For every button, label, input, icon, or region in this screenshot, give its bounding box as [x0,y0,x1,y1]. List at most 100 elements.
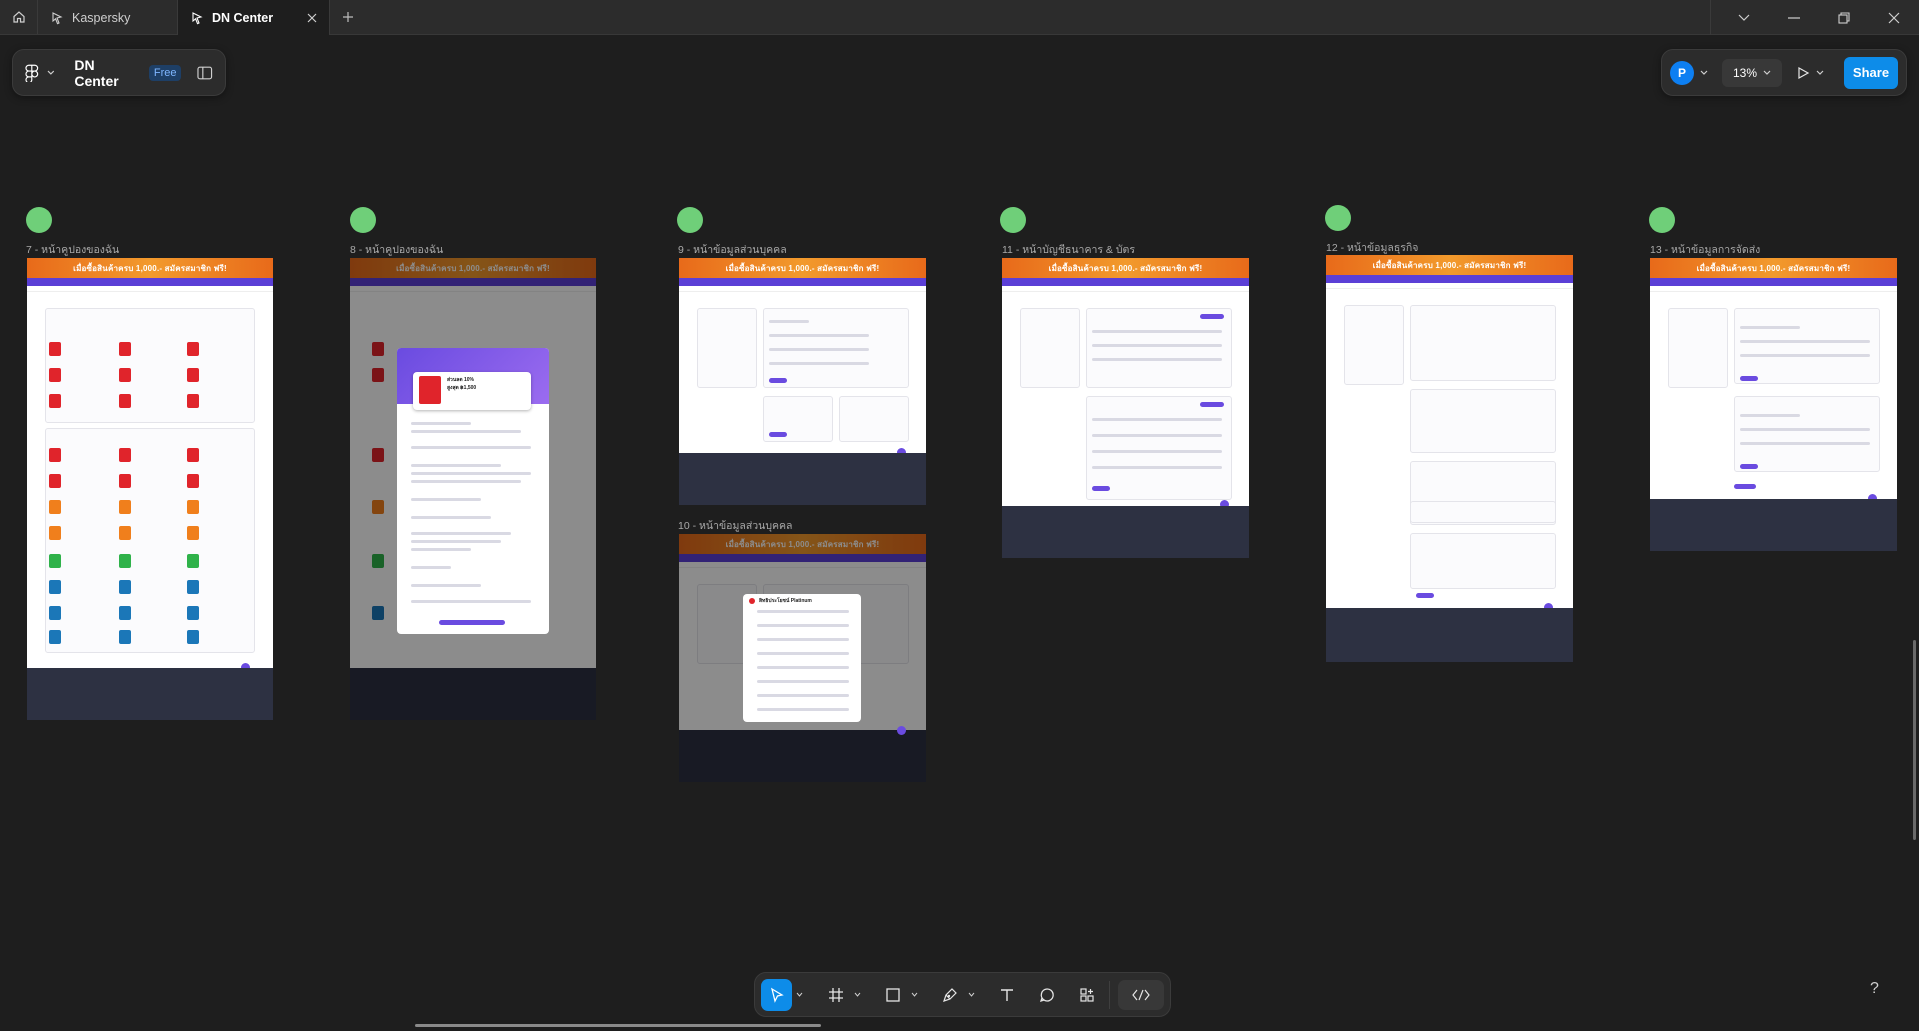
shape-tool-menu[interactable] [909,992,920,997]
shipping-address-box [1734,308,1880,384]
frame-footer [1326,608,1573,662]
frame-label[interactable]: 12 - หน้าข้อมูลธุรกิจ [1326,239,1418,256]
minimize-button[interactable] [1769,0,1819,35]
bank-account-box [1086,308,1232,388]
chevron-down-icon[interactable] [1816,70,1824,76]
frame-business-info[interactable]: เมื่อซื้อสินค้าครบ 1,000.- สมัครสมาชิก ฟ… [1326,255,1573,662]
vertical-scrollbar[interactable] [1913,640,1916,840]
frame-my-coupons-modal[interactable]: เมื่อซื้อสินค้าครบ 1,000.- สมัครสมาชิก ฟ… [350,258,596,720]
frame-avatar-dot[interactable] [1325,205,1351,231]
avatar[interactable]: P [1670,60,1694,85]
top-right-panel: P 13% Share [1661,49,1907,96]
text-line [411,540,501,543]
coupon-tile [119,474,131,488]
new-tab-button[interactable] [330,0,366,34]
coupon-tile [49,474,61,488]
text-line [769,334,869,337]
browser-tab-bar: Kaspersky DN Center [0,0,1919,35]
frame-label[interactable]: 13 - หน้าข้อมูลการจัดส่ง [1650,241,1760,258]
frame-avatar-dot[interactable] [1000,207,1026,233]
frame-avatar-dot[interactable] [677,207,703,233]
frame-nav [1002,278,1249,286]
frame-avatar-dot[interactable] [350,207,376,233]
chevron-down-icon[interactable] [1700,70,1708,76]
frame-my-coupons[interactable]: เมื่อซื้อสินค้าครบ 1,000.- สมัครสมาชิก ฟ… [27,258,273,720]
chat-fab [897,726,906,735]
frame-tool[interactable] [822,979,850,1011]
modal-title: สิทธิประโยชน์ Platinum [759,598,812,604]
shipping-address-box [1734,396,1880,472]
coupon-tile [119,342,131,356]
code-brackets-icon [1132,989,1150,1000]
coupon-tile [419,376,441,404]
tab-kaspersky[interactable]: Kaspersky [38,0,178,35]
pen-tool-menu[interactable] [966,992,977,997]
frame-bank-cards[interactable]: เมื่อซื้อสินค้าครบ 1,000.- สมัครสมาชิก ฟ… [1002,258,1249,558]
sidebar-box [1344,305,1404,385]
figma-logo-icon[interactable] [25,64,39,82]
close-icon [1888,12,1900,23]
tab-dn-center[interactable]: DN Center [178,0,330,35]
zoom-dropdown[interactable]: 13% [1722,58,1782,87]
share-button[interactable]: Share [1844,56,1898,89]
tabs-dropdown-button[interactable] [1719,0,1769,35]
coupon-tile [49,500,61,514]
add-address-button [1734,484,1756,489]
play-icon[interactable] [1796,66,1810,80]
frame-label[interactable]: 9 - หน้าข้อมูลส่วนบุคคล [678,241,787,258]
file-name[interactable]: DN Center [74,57,140,89]
text-line [757,624,849,627]
frame-personal-info[interactable]: เมื่อซื้อสินค้าครบ 1,000.- สมัครสมาชิก ฟ… [679,258,926,505]
help-button[interactable]: ? [1870,980,1879,998]
frame-avatar-dot[interactable] [1649,207,1675,233]
sidebar-box [697,308,757,388]
coupon-tile [119,394,131,408]
close-icon[interactable] [307,13,317,23]
cursor-arrow-icon [770,987,784,1003]
coupon-tile [187,606,199,620]
shape-tool[interactable] [879,979,907,1011]
plan-badge: Free [148,64,182,81]
coupon-tile [119,448,131,462]
frame-hash-icon [828,987,843,1002]
pen-tool[interactable] [936,979,964,1011]
tab-label: DN Center [212,10,274,25]
frame-tool-menu[interactable] [852,992,863,997]
text-line [411,600,531,603]
frame-personal-info-modal[interactable]: เมื่อซื้อสินค้าครบ 1,000.- สมัครสมาชิก ฟ… [679,534,926,782]
frame-label[interactable]: 8 - หน้าคูปองของฉัน [350,241,443,258]
text-line [1092,358,1222,361]
dev-mode-toggle[interactable] [1117,979,1164,1010]
sidebar-toggle-icon[interactable] [197,66,213,80]
home-button[interactable] [0,0,38,34]
text-line [411,430,521,433]
coupon-section [45,308,255,423]
modal-action-button [439,620,505,625]
frame-avatar-dot[interactable] [26,207,52,233]
frame-label[interactable]: 7 - หน้าคูปองของฉัน [26,241,119,258]
actions-tool[interactable] [1073,979,1101,1011]
comment-tool[interactable] [1033,979,1061,1011]
coupon-tile [187,500,199,514]
frame-subnav [1002,286,1249,292]
horizontal-scrollbar[interactable] [415,1024,821,1027]
text-line [757,680,849,683]
move-tool[interactable] [761,978,793,1011]
restore-button[interactable] [1819,0,1869,35]
minimize-icon [1788,16,1800,19]
frame-banner: เมื่อซื้อสินค้าครบ 1,000.- สมัครสมาชิก ฟ… [1002,258,1249,278]
frame-shipping-info[interactable]: เมื่อซื้อสินค้าครบ 1,000.- สมัครสมาชิก ฟ… [1650,258,1897,551]
chevron-down-icon[interactable] [47,70,55,76]
frame-banner: เมื่อซื้อสินค้าครบ 1,000.- สมัครสมาชิก ฟ… [1650,258,1897,278]
coupon-title: ส่วนลด 10% [447,377,474,383]
restore-icon [1838,11,1850,24]
close-window-button[interactable] [1869,0,1919,35]
bottom-toolbar [754,972,1171,1017]
text-tool[interactable] [993,979,1021,1011]
upload-box [1410,501,1556,523]
frame-label[interactable]: 10 - หน้าข้อมูลส่วนบุคคล [678,517,792,534]
text-line [411,548,471,551]
move-tool-menu[interactable] [794,992,805,997]
frame-label[interactable]: 11 - หน้าบัญชีธนาคาร & บัตร [1002,241,1135,258]
frame-banner: เมื่อซื้อสินค้าครบ 1,000.- สมัครสมาชิก ฟ… [27,258,273,278]
